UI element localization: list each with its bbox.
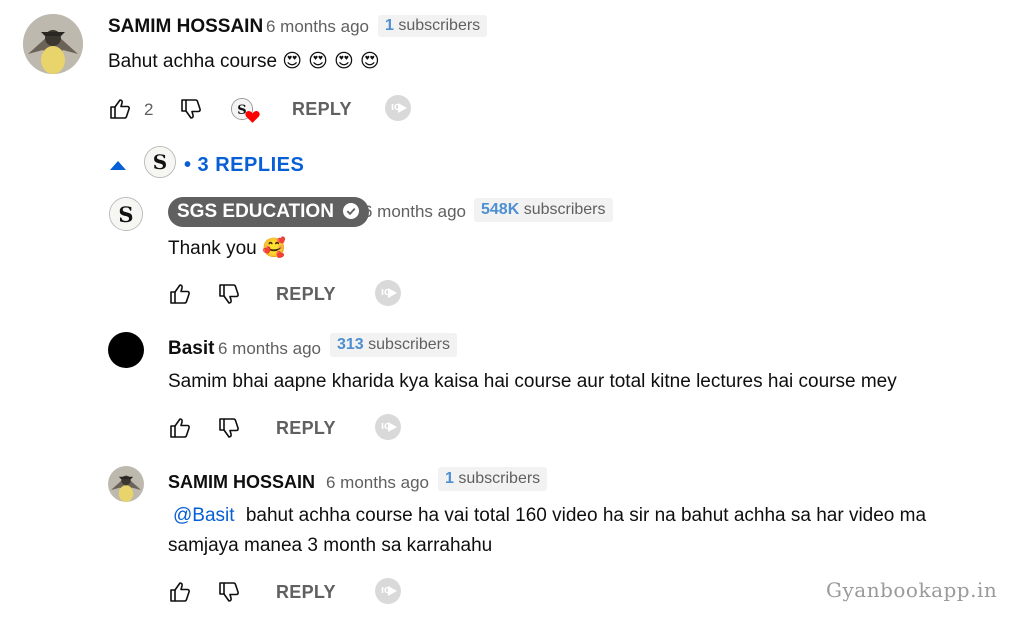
svg-text:S: S xyxy=(118,202,133,227)
dislike-button[interactable] xyxy=(217,282,241,306)
verified-check-icon xyxy=(343,203,360,219)
reply-button[interactable]: REPLY xyxy=(276,418,336,439)
iq-extension-icon[interactable]: IQ xyxy=(375,578,401,604)
subscriber-label: subscribers xyxy=(458,470,541,487)
reply-text: @Basit bahut achha course ha vai total 1… xyxy=(168,501,926,531)
iq-extension-icon[interactable]: IQ xyxy=(375,414,401,440)
replies-count-label: • 3 REPLIES xyxy=(184,154,305,176)
comment-text: Bahut achha course 😍 😍 😍 😍 xyxy=(108,46,380,77)
reply-text-line2: samjaya manea 3 month sa karrahahu xyxy=(168,535,493,556)
thumbs-up-icon xyxy=(170,284,190,304)
creator-avatar: S xyxy=(144,146,176,178)
hide-replies-button[interactable]: S • 3 REPLIES xyxy=(108,146,308,182)
thumbs-up-icon xyxy=(170,582,190,602)
dislike-button[interactable] xyxy=(217,416,241,440)
creator-heart: S xyxy=(231,98,261,128)
subscriber-badge: 548K subscribers xyxy=(474,198,613,222)
iq-extension-icon[interactable]: IQ xyxy=(385,95,411,121)
like-button[interactable] xyxy=(108,97,132,121)
comment-author[interactable]: SAMIM HOSSAIN xyxy=(108,16,263,38)
subscriber-badge: 1 subscribers xyxy=(438,467,548,491)
avatar[interactable] xyxy=(108,332,144,368)
caret-up-icon xyxy=(110,161,126,170)
reply-button[interactable]: REPLY xyxy=(276,284,336,305)
comment-emojis: 😍 😍 😍 😍 xyxy=(282,50,380,72)
reply-button[interactable]: REPLY xyxy=(276,582,336,603)
reply-text-line1: bahut achha course ha vai total 160 vide… xyxy=(245,505,927,526)
subscriber-badge: 313 subscribers xyxy=(330,333,457,357)
avatar[interactable]: S xyxy=(109,197,143,231)
comment-time[interactable]: 6 months ago xyxy=(266,17,369,37)
avatar[interactable] xyxy=(23,14,83,74)
thumbs-down-icon xyxy=(219,418,239,438)
reply-author[interactable]: Basit xyxy=(168,338,214,360)
mention-link[interactable]: @Basit xyxy=(173,505,235,526)
like-button[interactable] xyxy=(168,580,192,604)
creator-name-badge[interactable]: SGS EDUCATION xyxy=(168,197,370,227)
comment-text-content: Bahut achha course xyxy=(108,51,278,72)
reply-author[interactable]: SAMIM HOSSAIN xyxy=(168,472,315,493)
subscriber-count: 1 xyxy=(385,17,394,34)
reply-time[interactable]: 6 months ago xyxy=(218,339,321,359)
like-button[interactable] xyxy=(168,416,192,440)
thumbs-down-icon xyxy=(219,582,239,602)
watermark-text: Gyanbookapp.in xyxy=(826,578,998,602)
subscriber-count: 1 xyxy=(445,470,454,487)
heart-icon xyxy=(245,111,260,123)
subscriber-label: subscribers xyxy=(398,17,481,34)
dislike-button[interactable] xyxy=(179,97,203,121)
like-count: 2 xyxy=(144,100,154,119)
thumbs-down-icon xyxy=(181,99,201,119)
reply-time[interactable]: 6 months ago xyxy=(363,202,466,222)
reply-text-content: Thank you xyxy=(168,238,257,259)
subscriber-label: subscribers xyxy=(368,336,450,353)
subscriber-count: 548K xyxy=(481,201,520,218)
like-button[interactable] xyxy=(168,282,192,306)
reply-text: Samim bhai aapne kharida kya kaisa hai c… xyxy=(168,371,897,392)
subscriber-badge: 1 subscribers xyxy=(378,15,488,37)
reply-time[interactable]: 6 months ago xyxy=(326,473,429,493)
svg-text:S: S xyxy=(153,150,167,174)
reply-author: SGS EDUCATION xyxy=(177,201,334,222)
reply-emoji: 🥰 xyxy=(262,237,286,259)
avatar[interactable] xyxy=(108,466,144,502)
thumbs-up-icon xyxy=(170,418,190,438)
subscriber-label: subscribers xyxy=(523,201,606,218)
iq-extension-icon[interactable]: IQ xyxy=(375,280,401,306)
thumbs-down-icon xyxy=(219,284,239,304)
reply-text: Thank you 🥰 xyxy=(168,233,286,264)
thumbs-up-icon xyxy=(110,99,130,119)
reply-button[interactable]: REPLY xyxy=(292,99,352,120)
dislike-button[interactable] xyxy=(217,580,241,604)
subscriber-count: 313 xyxy=(337,336,364,353)
